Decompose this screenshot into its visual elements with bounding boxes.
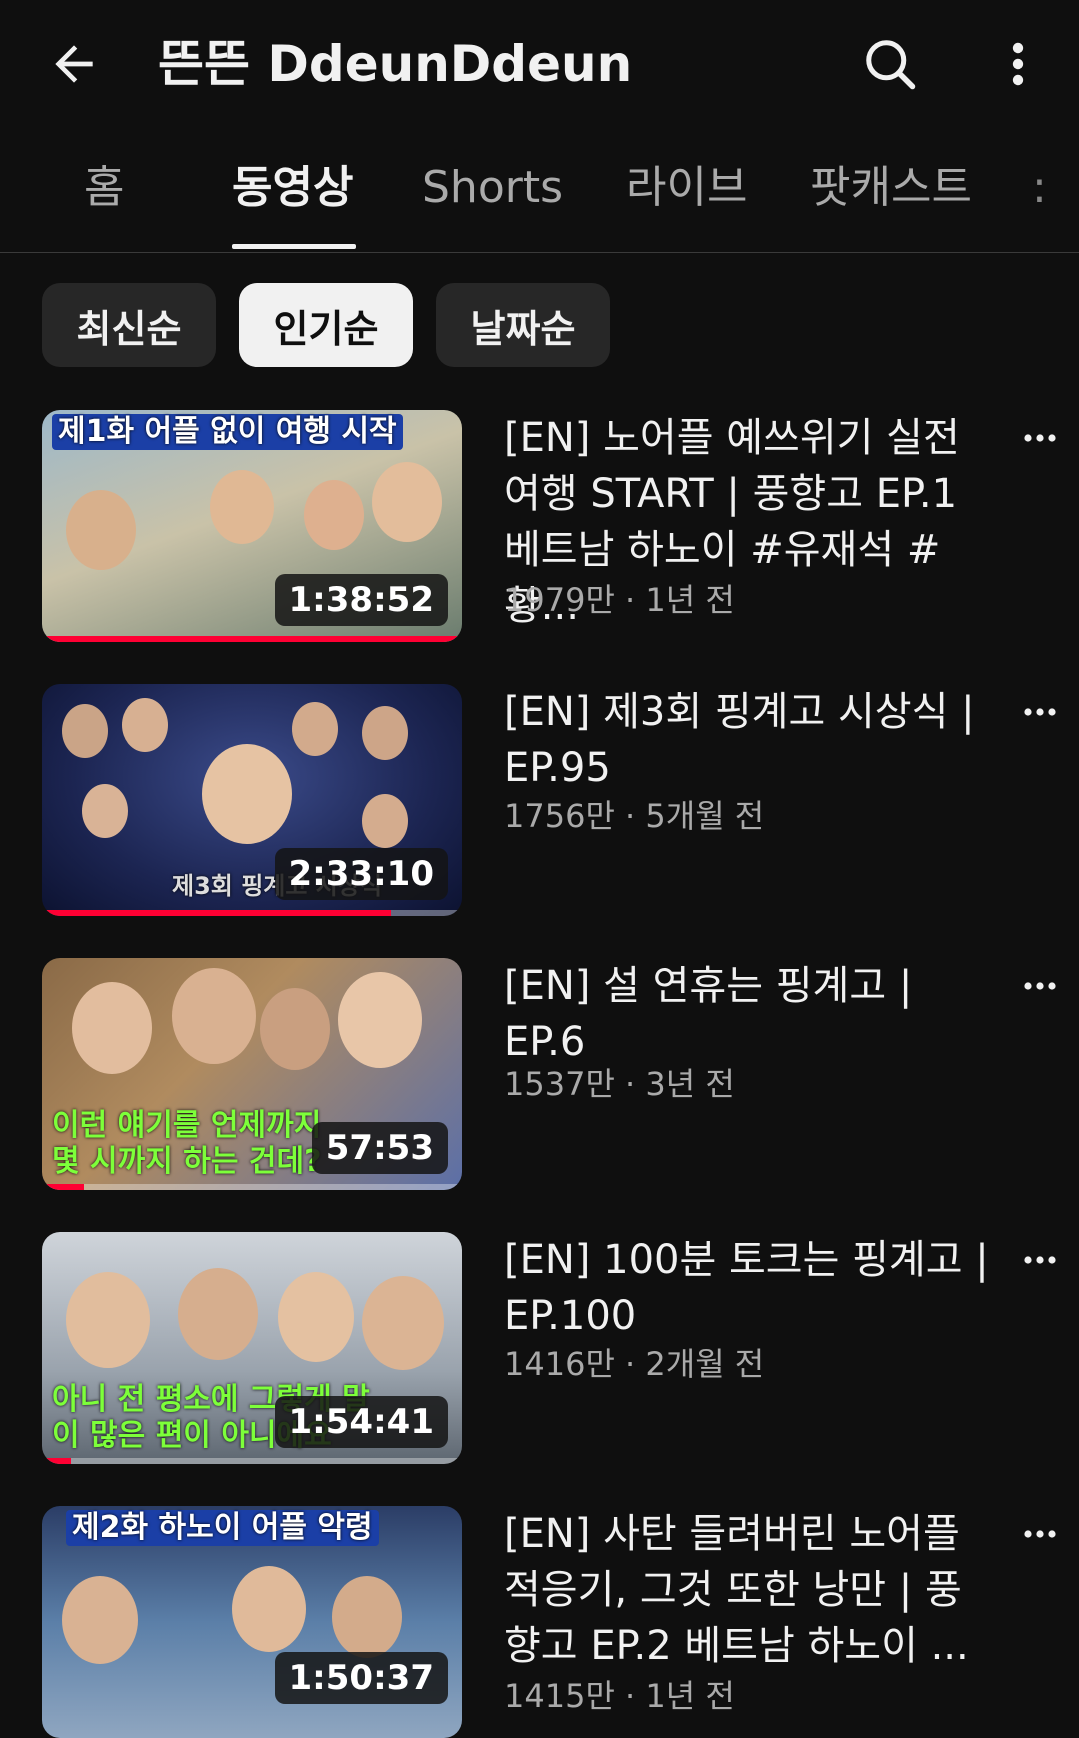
top-app-bar: 뜬뜬 DdeunDdeun <box>0 0 1079 130</box>
watch-progress-bar <box>42 910 391 916</box>
chip-popular[interactable]: 인기순 <box>239 283 413 367</box>
tab-videos[interactable]: 동영상 <box>232 160 353 216</box>
video-meta: 1756만 · 5개월 전 <box>504 797 765 835</box>
tab-shorts[interactable]: Shorts <box>422 160 563 216</box>
thumbnail-caption: 이런 얘기를 언제까지 몇 시까지 하는 건데? <box>52 1108 322 1179</box>
active-tab-indicator <box>232 244 356 249</box>
video-duration: 1:50:37 <box>274 1652 448 1704</box>
more-horiz-icon <box>1024 982 1056 990</box>
watch-progress-bar <box>42 1184 84 1190</box>
more-horiz-icon <box>1024 434 1056 442</box>
watch-progress-track <box>42 1458 462 1464</box>
channel-title: 뜬뜬 DdeunDdeun <box>158 35 633 93</box>
video-thumbnail[interactable]: 제1화 어플 없이 여행 시작 1:38:52 <box>42 410 462 642</box>
watch-progress-bar <box>42 636 462 642</box>
video-item[interactable]: 제1화 어플 없이 여행 시작 1:38:52 [EN] 노어플 예쓰위기 실전… <box>0 410 1079 650</box>
video-item[interactable]: 이런 얘기를 언제까지 몇 시까지 하는 건데? 57:53 [EN] 설 연휴… <box>0 958 1079 1198</box>
tab-live[interactable]: 라이브 <box>626 160 747 216</box>
watch-progress-track <box>42 1184 462 1190</box>
video-more-button[interactable] <box>1020 1514 1060 1554</box>
video-more-button[interactable] <box>1020 418 1060 458</box>
more-vert-icon <box>1012 42 1024 86</box>
video-title[interactable]: [EN] 사탄 들려버린 노어플 적응기, 그것 또한 낭만 | 풍향고 EP.… <box>504 1506 996 1674</box>
more-horiz-icon <box>1024 708 1056 716</box>
chip-latest[interactable]: 최신순 <box>42 283 216 367</box>
thumbnail-caption: 제2화 하노이 어플 악령 <box>66 1510 379 1546</box>
video-item[interactable]: 아니 전 평소에 그렇게 말이 많은 편이 아니에요 1:54:41 [EN] … <box>0 1232 1079 1472</box>
more-options-button[interactable] <box>990 28 1046 100</box>
video-meta: 1415만 · 1년 전 <box>504 1677 735 1715</box>
video-meta: 1979만 · 1년 전 <box>504 581 735 619</box>
back-button[interactable] <box>38 28 110 100</box>
tab-overflow-indicator[interactable]: : <box>1032 160 1047 216</box>
video-title[interactable]: [EN] 100분 토크는 핑계고 | EP.100 <box>504 1232 996 1344</box>
more-horiz-icon <box>1024 1530 1056 1538</box>
video-more-button[interactable] <box>1020 1240 1060 1280</box>
tab-podcasts[interactable]: 팟캐스트 <box>810 160 972 216</box>
video-thumbnail[interactable]: 제3회 핑계고 시상식 2:33:10 <box>42 684 462 916</box>
video-more-button[interactable] <box>1020 692 1060 732</box>
video-meta: 1416만 · 2개월 전 <box>504 1345 765 1383</box>
search-icon <box>866 40 916 90</box>
arrow-left-icon <box>55 45 93 83</box>
video-duration: 1:54:41 <box>274 1396 448 1448</box>
chip-oldest[interactable]: 날짜순 <box>436 283 610 367</box>
video-thumbnail[interactable]: 아니 전 평소에 그렇게 말이 많은 편이 아니에요 1:54:41 <box>42 1232 462 1464</box>
video-item[interactable]: 제3회 핑계고 시상식 2:33:10 [EN] 제3회 핑계고 시상식 | E… <box>0 684 1079 924</box>
thumbnail-caption: 제1화 어플 없이 여행 시작 <box>52 414 403 450</box>
video-duration: 57:53 <box>311 1122 448 1174</box>
video-thumbnail[interactable]: 제2화 하노이 어플 악령 1:50:37 <box>42 1506 462 1738</box>
channel-tabs: 홈 동영상 Shorts 라이브 팟캐스트 : <box>0 140 1079 253</box>
search-button[interactable] <box>852 28 928 100</box>
sort-chips: 최신순 인기순 날짜순 <box>0 283 1079 367</box>
video-more-button[interactable] <box>1020 966 1060 1006</box>
tab-home[interactable]: 홈 <box>84 160 124 216</box>
video-duration: 2:33:10 <box>274 848 448 900</box>
watch-progress-bar <box>42 1458 72 1464</box>
video-thumbnail[interactable]: 이런 얘기를 언제까지 몇 시까지 하는 건데? 57:53 <box>42 958 462 1190</box>
video-title[interactable]: [EN] 설 연휴는 핑계고 | EP.6 <box>504 958 996 1070</box>
video-meta: 1537만 · 3년 전 <box>504 1065 735 1103</box>
video-duration: 1:38:52 <box>274 574 448 626</box>
video-title[interactable]: [EN] 제3회 핑계고 시상식 | EP.95 <box>504 684 996 796</box>
video-item[interactable]: 제2화 하노이 어플 악령 1:50:37 [EN] 사탄 들려버린 노어플 적… <box>0 1506 1079 1738</box>
more-horiz-icon <box>1024 1256 1056 1264</box>
